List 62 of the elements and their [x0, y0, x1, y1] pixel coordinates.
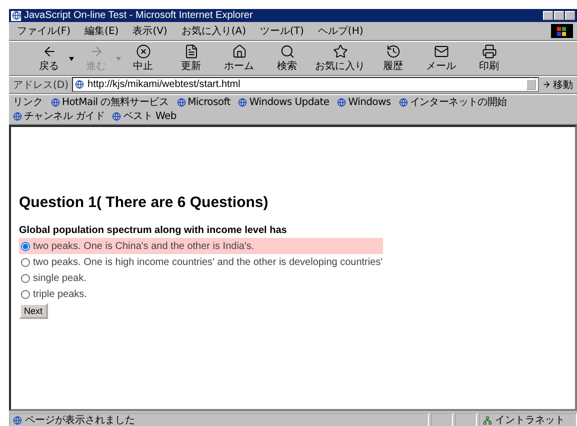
toolbar-button[interactable]: 戻る [29, 41, 69, 75]
network-icon [483, 416, 492, 424]
search-icon [280, 44, 294, 59]
toolbar-button[interactable]: お気に入り [315, 41, 365, 75]
star-icon [332, 44, 348, 59]
globe-icon [13, 112, 22, 120]
printer-icon [482, 44, 496, 59]
toolbar-button[interactable]: メール [421, 41, 461, 75]
menu-item[interactable]: 表示(V) [128, 22, 172, 40]
globe-icon [112, 112, 122, 120]
minimize-button[interactable] [543, 11, 553, 20]
stop-icon [136, 44, 150, 59]
answer-option[interactable]: two peaks. One is high income countries' and the other is developing countries' [19, 254, 567, 270]
menu-item[interactable]: ツール(T) [256, 22, 308, 40]
link-item[interactable]: インターネットの開始 [398, 95, 507, 109]
page-icon [11, 10, 21, 20]
forward-arrow-icon [88, 44, 104, 59]
go-button[interactable]: 移動 [542, 78, 573, 92]
toolbar-button[interactable]: 中止 [123, 41, 163, 75]
question-text: Global population spectrum along with income level has [19, 225, 288, 236]
address-field[interactable]: http://kjs/mikami/webtest/start.html [72, 77, 539, 92]
globe-icon [398, 98, 408, 106]
menu-item[interactable]: ファイル(F) [13, 22, 75, 40]
window-title: JavaScript On-line Test - Microsoft Internet Explorer [24, 10, 254, 21]
mail-icon [434, 44, 448, 59]
link-item[interactable]: Windows Update [238, 96, 330, 108]
maximize-button[interactable] [554, 11, 564, 20]
dropdown-button[interactable] [526, 79, 536, 90]
menu-item[interactable]: お気に入り(A) [177, 22, 250, 40]
link-item[interactable]: Windows [337, 96, 391, 108]
toolbar-button[interactable]: 更新 [171, 41, 211, 75]
zone-indicator: イントラネット [479, 413, 577, 426]
next-button[interactable]: Next [19, 303, 48, 319]
history-icon [386, 44, 400, 59]
link-item[interactable]: ベスト Web [112, 109, 176, 123]
globe-icon [238, 98, 248, 106]
link-item[interactable]: HotMail の無料サービス [51, 95, 169, 109]
page-icon [74, 80, 85, 90]
status-message: ページが表示されました [9, 413, 429, 426]
toolbar-button[interactable]: 印刷 [469, 41, 509, 75]
globe-icon [176, 98, 186, 106]
caret-icon[interactable] [69, 57, 74, 61]
globe-icon [13, 416, 22, 424]
link-item[interactable]: チャンネル ガイド [13, 109, 104, 123]
address-label: アドレス(D) [13, 78, 69, 92]
answer-option[interactable]: triple peaks. [19, 286, 567, 302]
link-item[interactable]: Microsoft [176, 96, 230, 108]
answer-option[interactable]: two peaks. One is China's and the other is India's. [19, 238, 383, 254]
links-label: リンク [13, 96, 43, 109]
answer-option[interactable]: single peak. [19, 270, 567, 286]
question-heading: Question 1( There are 6 Questions) [19, 194, 270, 211]
menu-item[interactable]: ヘルプ(H) [314, 22, 368, 40]
toolbar-button[interactable]: 履歴 [373, 41, 413, 75]
close-button[interactable] [565, 11, 575, 20]
windows-logo-icon [551, 24, 573, 38]
home-icon [232, 44, 246, 59]
globe-icon [337, 98, 346, 106]
globe-icon [51, 98, 60, 106]
toolbar-button[interactable]: ホーム [219, 41, 259, 75]
menu-item[interactable]: 編集(E) [80, 22, 123, 40]
toolbar-button[interactable]: 検索 [267, 41, 307, 75]
go-arrow-icon [542, 80, 551, 89]
